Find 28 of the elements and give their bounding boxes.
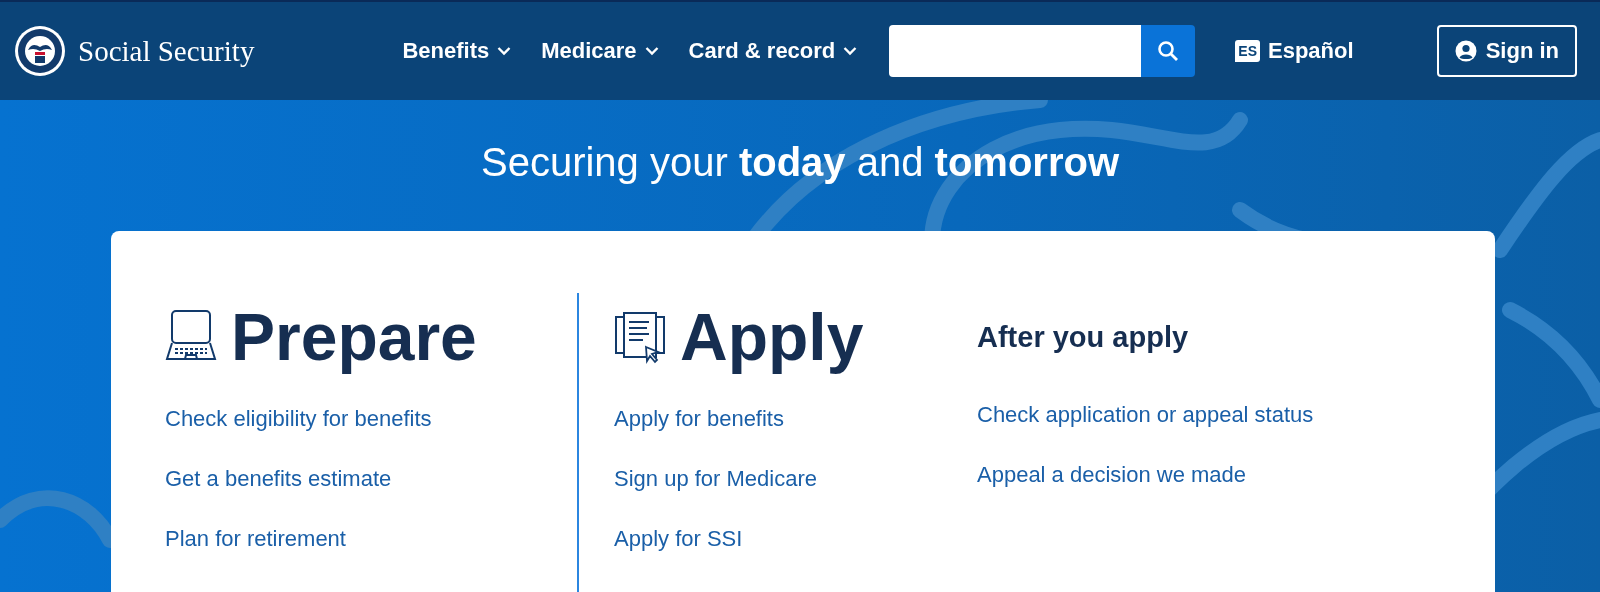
seal-logo bbox=[14, 25, 66, 77]
site-name[interactable]: Social Security bbox=[78, 34, 255, 68]
link[interactable]: Get a benefits estimate bbox=[165, 465, 392, 493]
sign-in-button[interactable]: Sign in bbox=[1436, 25, 1577, 77]
search-button[interactable] bbox=[1141, 25, 1196, 77]
chevron-down-icon bbox=[843, 46, 858, 56]
nav-menu-button[interactable]: Card & record bbox=[688, 34, 858, 68]
search-icon bbox=[1157, 40, 1180, 62]
chevron-down-icon bbox=[497, 46, 512, 56]
link[interactable]: Check eligibility for benefits bbox=[165, 405, 432, 433]
link[interactable]: Appeal a decision we made bbox=[977, 461, 1247, 489]
section-heading: Apply bbox=[680, 299, 864, 375]
nav-menu-button[interactable]: Medicare bbox=[541, 34, 659, 68]
language-link[interactable]: ES Español bbox=[1235, 38, 1354, 64]
chevron-down-icon bbox=[644, 46, 659, 56]
link[interactable]: Check application or appeal status bbox=[977, 401, 1314, 429]
section-heading: Prepare bbox=[231, 299, 477, 375]
nav-menu-button[interactable]: Benefits bbox=[402, 34, 512, 68]
link[interactable]: Plan for retirement bbox=[165, 525, 346, 553]
user-icon bbox=[1454, 40, 1477, 62]
speech-bubble-icon: ES bbox=[1235, 40, 1260, 62]
link[interactable]: Sign up for Medicare bbox=[614, 465, 817, 493]
hero-title: Securing your today and tomorrow bbox=[480, 139, 1120, 186]
section-heading: After you apply bbox=[977, 320, 1189, 354]
link[interactable]: Apply for SSI bbox=[614, 525, 743, 553]
search-field[interactable] bbox=[889, 25, 1142, 77]
link[interactable]: Apply for benefits bbox=[614, 405, 784, 433]
documents-icon bbox=[614, 309, 666, 365]
